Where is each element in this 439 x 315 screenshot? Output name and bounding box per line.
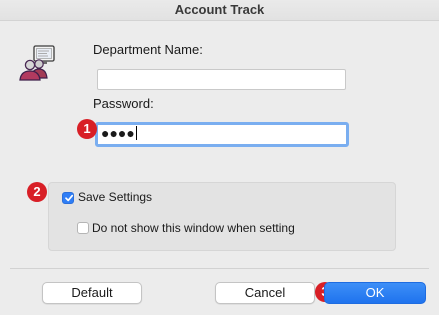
account-track-dialog: Account Track Department Name: Password:…	[0, 0, 439, 315]
department-name-label: Department Name:	[93, 42, 203, 57]
step-badge-1: 1	[77, 119, 97, 139]
do-not-show-label[interactable]: Do not show this window when setting	[92, 221, 295, 235]
title-bar[interactable]: Account Track	[0, 0, 439, 21]
password-label: Password:	[93, 96, 154, 111]
do-not-show-checkbox[interactable]	[77, 222, 89, 234]
users-monitor-icon	[17, 44, 57, 82]
text-caret	[135, 126, 137, 140]
ok-button[interactable]: OK	[324, 282, 426, 304]
department-name-input[interactable]	[97, 69, 346, 90]
divider	[10, 268, 429, 269]
window-title: Account Track	[174, 2, 265, 17]
step-badge-2: 2	[27, 182, 47, 202]
save-settings-label[interactable]: Save Settings	[78, 190, 152, 204]
save-settings-checkbox[interactable]	[62, 192, 74, 204]
cancel-button[interactable]: Cancel	[215, 282, 315, 304]
checkmark-icon	[65, 194, 74, 202]
password-input[interactable]: ●●●●	[95, 122, 349, 147]
default-button[interactable]: Default	[42, 282, 142, 304]
password-value: ●●●●	[101, 125, 137, 141]
